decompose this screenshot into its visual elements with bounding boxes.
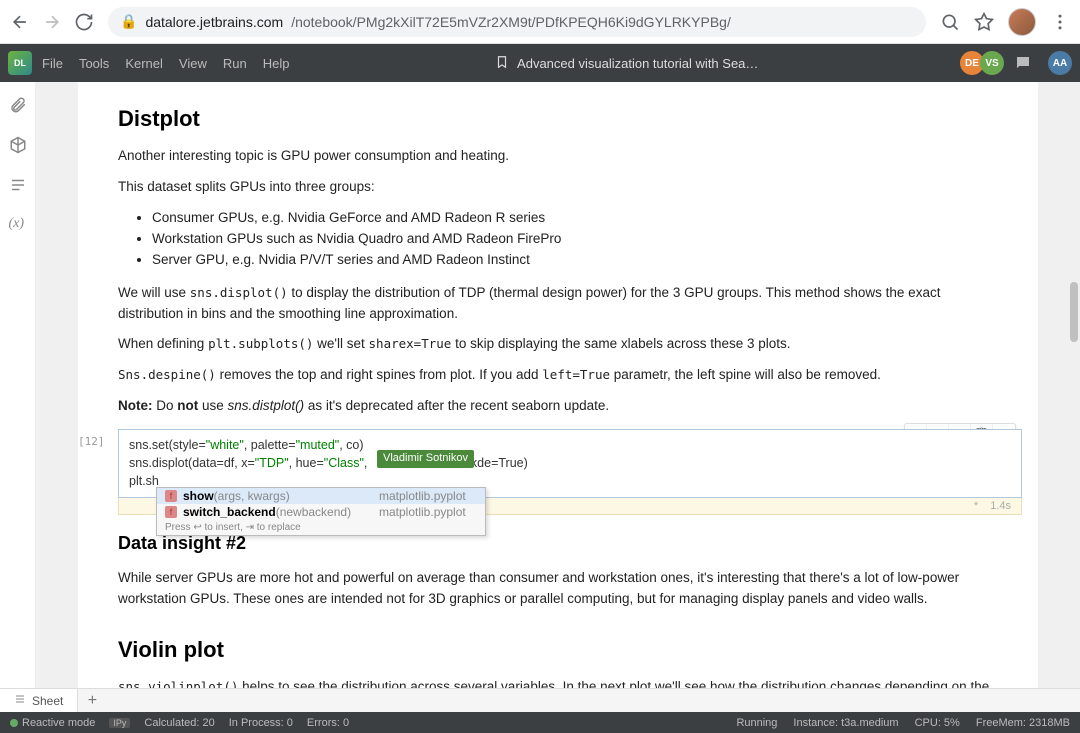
reload-button[interactable]	[74, 12, 94, 32]
paragraph: Another interesting topic is GPU power c…	[118, 146, 998, 167]
content-area: Distplot Another interesting topic is GP…	[36, 82, 1080, 688]
list-item: Workstation GPUs such as Nvidia Quadro a…	[152, 229, 998, 250]
sheet-tab[interactable]: Sheet	[0, 689, 78, 712]
autocomplete-hint: Press ↩ to insert, ⇥ to replace	[157, 520, 485, 535]
scrollbar-thumb[interactable]	[1070, 282, 1078, 342]
autocomplete-item[interactable]: f switch_backend(newbackend) matplotlib.…	[157, 504, 485, 520]
add-sheet-button[interactable]: +	[78, 689, 106, 712]
presence-area: DE VS AA	[964, 51, 1072, 75]
autocomplete-popup[interactable]: f show(args, kwargs) matplotlib.pyplot f…	[156, 487, 486, 536]
overflow-icon[interactable]	[1050, 12, 1070, 32]
paragraph: We will use sns.displot() to display the…	[118, 283, 998, 325]
variables-icon[interactable]: (x)	[9, 216, 27, 234]
chat-icon[interactable]	[1014, 54, 1032, 72]
paragraph: Sns.despine() removes the top and right …	[118, 365, 998, 386]
notebook: Distplot Another interesting topic is GP…	[78, 82, 1038, 688]
sheet-icon	[14, 693, 26, 708]
nav-buttons	[10, 12, 94, 32]
notebook-title: Advanced visualization tutorial with Sea…	[517, 56, 758, 71]
lock-icon: 🔒	[120, 13, 137, 30]
heading-violin: Violin plot	[118, 637, 998, 663]
presence-avatar[interactable]: VS	[980, 51, 1004, 75]
menu-items: File Tools Kernel View Run Help	[42, 56, 289, 71]
browser-bar: 🔒 datalore.jetbrains.com/notebook/PMg2kX…	[0, 0, 1080, 44]
list-item: Server GPU, e.g. Nvidia P/V/T series and…	[152, 250, 998, 271]
sheet-tabs: Sheet +	[0, 688, 1080, 712]
outline-icon[interactable]	[9, 176, 27, 194]
paragraph: When defining plt.subplots() we'll set s…	[118, 334, 998, 355]
menu-tools[interactable]: Tools	[79, 56, 109, 71]
cell-modified-indicator: *	[974, 500, 978, 512]
list-item: Consumer GPUs, e.g. Nvidia GeForce and A…	[152, 208, 998, 229]
app-logo[interactable]: DL	[8, 51, 32, 75]
profile-avatar[interactable]	[1008, 8, 1036, 36]
cell-prompt: [12]	[78, 435, 105, 448]
sheet-tab-label: Sheet	[32, 694, 63, 708]
kernel-status: Running	[736, 717, 777, 729]
app-menu-bar: DL File Tools Kernel View Run Help Advan…	[0, 44, 1080, 82]
user-avatar[interactable]: AA	[1048, 51, 1072, 75]
star-icon[interactable]	[974, 12, 994, 32]
calculated-count: Calculated: 20	[144, 717, 214, 729]
paragraph: Note: Do not use sns.distplot() as it's …	[118, 396, 998, 417]
attachment-icon[interactable]	[9, 96, 27, 114]
cell-exec-time: 1.4s	[990, 500, 1011, 512]
heading-distplot: Distplot	[118, 106, 998, 132]
reactive-mode-indicator[interactable]: Reactive mode	[10, 717, 95, 729]
back-button[interactable]	[10, 12, 30, 32]
url-path: /notebook/PMg2kXilT72E5mVZr2XM9t/PDfKPEQ…	[291, 14, 731, 30]
left-toolbar: (x)	[0, 82, 36, 688]
bookmark-icon[interactable]	[495, 55, 509, 72]
function-icon: f	[165, 506, 177, 518]
mem-usage: FreeMem: 2318MB	[976, 717, 1070, 729]
notebook-title-wrap: Advanced visualization tutorial with Sea…	[289, 55, 964, 72]
package-icon[interactable]	[9, 136, 27, 154]
errors-count: Errors: 0	[307, 717, 349, 729]
ipy-badge: IPy	[109, 718, 130, 728]
bullet-list: Consumer GPUs, e.g. Nvidia GeForce and A…	[140, 208, 998, 271]
menu-view[interactable]: View	[179, 56, 207, 71]
code-cell[interactable]: [12] ▸ + ⟳ 🗑 ⋯ sns.set(style="white", pa…	[78, 429, 1022, 514]
autocomplete-item[interactable]: f show(args, kwargs) matplotlib.pyplot	[157, 488, 485, 504]
instance-type: Instance: t3a.medium	[793, 717, 898, 729]
inprocess-count: In Process: 0	[229, 717, 293, 729]
paragraph: This dataset splits GPUs into three grou…	[118, 177, 998, 198]
url-host: datalore.jetbrains.com	[145, 14, 283, 30]
menu-run[interactable]: Run	[223, 56, 247, 71]
forward-button[interactable]	[42, 12, 62, 32]
browser-actions	[940, 8, 1070, 36]
menu-help[interactable]: Help	[263, 56, 290, 71]
paragraph: sns.violinplot() helps to see the distri…	[118, 677, 998, 688]
function-icon: f	[165, 490, 177, 502]
cpu-usage: CPU: 5%	[915, 717, 960, 729]
menu-file[interactable]: File	[42, 56, 63, 71]
main-area: (x) Distplot Another interesting topic i…	[0, 82, 1080, 688]
url-bar[interactable]: 🔒 datalore.jetbrains.com/notebook/PMg2kX…	[108, 7, 926, 37]
presence-avatars[interactable]: DE VS	[964, 51, 1004, 75]
menu-kernel[interactable]: Kernel	[125, 56, 163, 71]
status-bar: Reactive mode IPy Calculated: 20 In Proc…	[0, 712, 1080, 733]
paragraph: While server GPUs are more hot and power…	[118, 568, 998, 610]
search-icon[interactable]	[940, 12, 960, 32]
collaborator-cursor: Vladimir Sotnikov	[377, 450, 474, 468]
status-dot-icon	[10, 719, 18, 727]
